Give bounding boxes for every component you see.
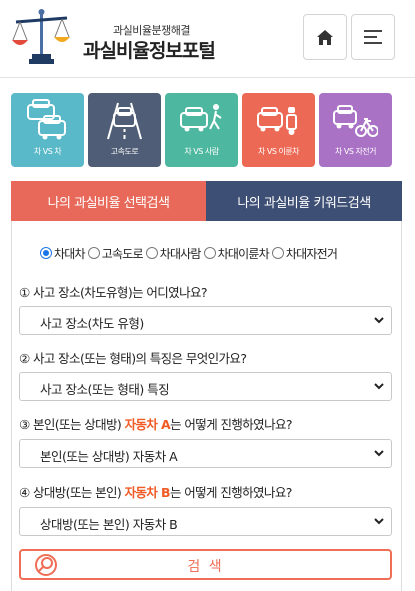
accident-location-select[interactable]: 사고 장소(차도 유형)	[19, 306, 392, 335]
category-highway[interactable]: 고속도로	[88, 93, 161, 167]
question-3-text: ③ 본인(또는 상대방)	[19, 417, 125, 432]
category-label: 고속도로	[110, 147, 139, 156]
radio-label: 차대자전거	[285, 246, 338, 261]
chevron-down-icon	[374, 317, 384, 324]
question-4-text-end: 는 어떻게 진행하였나요?	[169, 485, 292, 500]
location-feature-select[interactable]: 사고 장소(또는 형태) 특징	[19, 372, 392, 401]
question-3-label: ③ 본인(또는 상대방) 자동차 A는 어떻게 진행하였나요?	[19, 414, 293, 433]
select-value: 사고 장소(차도 유형)	[40, 316, 144, 331]
radio-car-vs-motorcycle[interactable]: 차대이륜차	[203, 245, 270, 262]
site-header: 과실비율분쟁해결 과실비율정보포털	[0, 0, 415, 78]
brand-title[interactable]: 과실비율정보포털	[83, 36, 216, 63]
radio-label: 차대사람	[159, 246, 202, 261]
radio-car-vs-car[interactable]: 차대차	[40, 245, 86, 262]
radio-button[interactable]	[271, 247, 284, 259]
car-vs-pedestrian-icon	[180, 104, 222, 132]
category-car-vs-motorcycle[interactable]: 차 VS 이륜차	[242, 93, 315, 167]
category-car-vs-bicycle[interactable]: 차 VS 자전거	[319, 93, 392, 167]
search-tabs: 나의 과실비율 선택검색 나의 과실비율 키워드검색	[11, 181, 402, 221]
vehicle-b-highlight: 자동차 B	[124, 485, 171, 500]
select-value: 사고 장소(또는 형태) 특징	[40, 382, 170, 397]
radio-button[interactable]	[87, 247, 100, 259]
vehicle-a-highlight: 자동차 A	[124, 417, 171, 432]
car-vs-motorcycle-icon	[257, 107, 297, 135]
accident-type-radio-group: 차대차 고속도로 차대사람 차대이륜차 차대자전거	[40, 244, 340, 262]
select-value: 상대방(또는 본인) 자동차 B	[40, 517, 178, 532]
chevron-down-icon	[374, 518, 384, 525]
category-car-vs-pedestrian[interactable]: 차 VS 사람	[165, 93, 238, 167]
category-label: 차 VS 이륜차	[257, 147, 300, 156]
chevron-down-icon	[374, 383, 384, 390]
question-4-label: ④ 상대방(또는 본인) 자동차 B는 어떻게 진행하였나요?	[19, 482, 292, 501]
question-2-label: ② 사고 장소(또는 형태)의 특징은 무엇인가요?	[19, 351, 247, 366]
question-3-text-end: 는 어떻게 진행하였나요?	[170, 417, 292, 432]
radio-label: 고속도로	[101, 246, 144, 261]
radio-button-selected[interactable]	[40, 247, 52, 259]
vehicle-b-movement-select[interactable]: 상대방(또는 본인) 자동차 B	[19, 507, 392, 536]
category-label: 차 VS 차	[33, 147, 62, 156]
radio-car-vs-bicycle[interactable]: 차대자전거	[271, 245, 338, 262]
radio-car-vs-pedestrian[interactable]: 차대사람	[145, 245, 202, 262]
vehicle-a-movement-select[interactable]: 본인(또는 상대방) 자동차 A	[19, 439, 392, 468]
tab-selection-search[interactable]: 나의 과실비율 선택검색	[11, 181, 206, 221]
radio-button[interactable]	[203, 247, 216, 259]
scales-logo-icon[interactable]	[10, 6, 72, 68]
radio-label: 차대차	[54, 246, 86, 261]
home-button[interactable]	[303, 14, 347, 60]
category-car-vs-car[interactable]: 차 VS 차	[11, 93, 84, 167]
chevron-down-icon	[374, 450, 384, 457]
menu-button[interactable]	[351, 14, 395, 60]
tab-keyword-search[interactable]: 나의 과실비율 키워드검색	[206, 181, 402, 221]
car-vs-bicycle-icon	[333, 105, 378, 137]
highway-icon	[107, 102, 142, 140]
radio-button[interactable]	[145, 247, 158, 259]
car-vs-car-icon	[27, 99, 66, 140]
home-icon	[317, 29, 333, 45]
question-4-text: ④ 상대방(또는 본인)	[19, 485, 125, 500]
category-label: 차 VS 사람	[184, 147, 219, 156]
search-button-label: 검 색	[187, 559, 224, 575]
radio-highway[interactable]: 고속도로	[87, 245, 144, 262]
category-label: 차 VS 자전거	[334, 147, 377, 156]
accident-category-tiles: 차 VS 차 고속도로 차 VS 사람 차 VS 이륜차 차 VS 자전거	[11, 93, 395, 167]
question-1-label: ① 사고 장소(차도유형)는 어디였나요?	[19, 285, 208, 300]
search-button[interactable]: 검 색	[19, 549, 392, 580]
hamburger-menu-icon	[364, 30, 382, 44]
radio-label: 차대이륜차	[217, 246, 270, 261]
select-value: 본인(또는 상대방) 자동차 A	[40, 449, 178, 464]
